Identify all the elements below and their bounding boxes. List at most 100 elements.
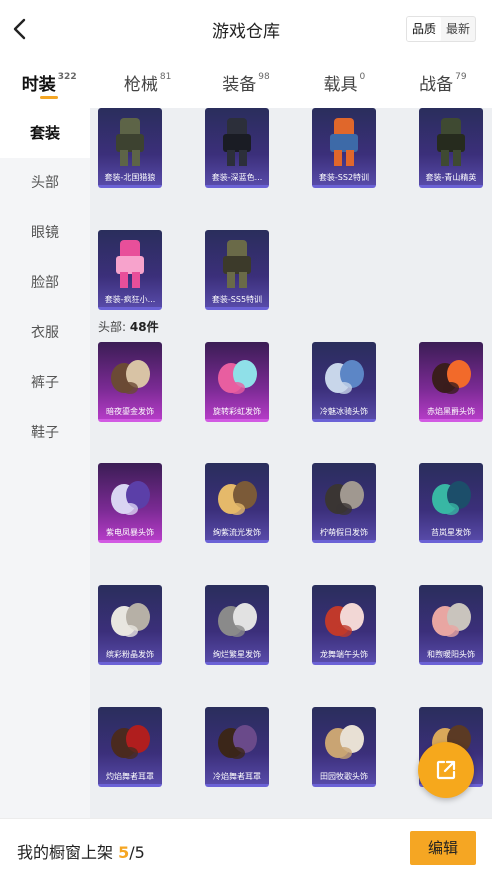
hair-dark-icon	[325, 481, 364, 515]
head-section-count: 48件	[129, 320, 159, 334]
outfit-card[interactable]: 套装-北国猎狼	[98, 108, 162, 188]
hair-blonde-icon	[218, 481, 257, 515]
head-section-label: 头部: 48件	[98, 318, 159, 335]
head-item-name: 冷焰舞者耳罩	[213, 772, 261, 781]
head-item-name: 柠萌假日发饰	[320, 528, 368, 537]
outfit-card[interactable]: 套装-深蓝色...	[205, 108, 269, 188]
figure-orange-icon	[330, 118, 358, 166]
tab-label: 枪械	[123, 75, 158, 95]
category-tabs: 时装 322 枪械 81 装备 98 载具 0 战备 79	[0, 58, 492, 108]
head-item-card[interactable]: 绚紫流光发饰	[205, 463, 269, 543]
head-item-card[interactable]: 龙舞端午头饰	[312, 585, 376, 665]
outfit-name: 套装-北国猎狼	[104, 173, 156, 182]
outfit-card[interactable]: 套装-SS2特训	[312, 108, 376, 188]
sidebar-item-shoes[interactable]: 鞋子	[0, 408, 90, 458]
head-item-name: 灼焰舞者耳罩	[106, 772, 154, 781]
sidebar-item-pants[interactable]: 裤子	[0, 358, 90, 408]
head-item-card[interactable]: 暗夜鎏金发饰	[98, 342, 162, 422]
head-item-name: 田园牧歌头饰	[320, 772, 368, 781]
tab-label: 载具	[323, 75, 358, 95]
sidebar-item-head[interactable]: 头部	[0, 158, 90, 208]
head-item-card[interactable]: 绚烂繁星发饰	[205, 585, 269, 665]
tab-label: 战备	[419, 75, 454, 95]
sidebar-item-glasses[interactable]: 眼镜	[0, 208, 90, 258]
subcategory-sidebar: 套装 头部 眼镜 脸部 衣服 裤子 鞋子	[0, 108, 90, 818]
outfit-name: 套装-疯狂小...	[104, 295, 156, 304]
hair-teal-icon	[432, 481, 471, 515]
head-item-name: 缤彩粉晶发饰	[106, 650, 154, 659]
tab-equipment[interactable]: 装备 98	[197, 58, 295, 108]
head-item-card[interactable]: 田园牧歌头饰	[312, 707, 376, 787]
head-item-name: 紫电凤暴头饰	[106, 528, 154, 537]
head-item-card[interactable]: 缤彩粉晶发饰	[98, 585, 162, 665]
head-item-name: 绚紫流光发饰	[213, 528, 261, 537]
hair-gray-icon	[218, 603, 257, 637]
figure-camo-icon	[223, 240, 251, 288]
outfit-card[interactable]: 套装-SS5特训	[205, 230, 269, 310]
hat-straw-icon	[325, 725, 364, 759]
sort-by-quality[interactable]: 品质	[406, 17, 441, 41]
hair-brown-icon	[111, 360, 150, 394]
showcase-label: 我的橱窗上架	[17, 843, 119, 862]
tab-count: 79	[455, 72, 467, 82]
tab-label: 时装	[21, 75, 56, 95]
tab-count: 322	[57, 72, 77, 82]
jacket-green-icon	[437, 118, 465, 166]
outfit-card[interactable]: 套装-青山精英	[419, 108, 483, 188]
showcase-total: /5	[129, 843, 145, 862]
helm-violet-icon	[111, 481, 150, 515]
head-item-card[interactable]: 冷魅冰骑头饰	[312, 342, 376, 422]
outfit-name: 套装-青山精英	[425, 173, 477, 182]
helm-ice-icon	[325, 360, 364, 394]
head-item-card[interactable]: 和煦暖阳头饰	[419, 585, 483, 665]
hair-braid2-icon	[218, 725, 257, 759]
helm-fire-icon	[432, 360, 471, 394]
head-item-name: 绚烂繁星发饰	[213, 650, 261, 659]
sort-toggle[interactable]: 品质 最新	[405, 16, 476, 42]
tab-weapons[interactable]: 枪械 81	[98, 58, 196, 108]
head-item-card[interactable]: 旋转彩虹发饰	[205, 342, 269, 422]
hair-pink-icon	[432, 603, 471, 637]
showcase-current: 5	[118, 843, 130, 862]
share-button[interactable]	[418, 742, 474, 798]
sidebar-item-face[interactable]: 脸部	[0, 258, 90, 308]
tab-count: 98	[258, 72, 270, 82]
head-section-title: 头部:	[98, 320, 127, 334]
outfit-name: 套装-SS5特训	[211, 295, 263, 304]
item-grid: 套装-北国猎狼 套装-深蓝色... 套装-SS2特训 套装-青山精英套装-疯狂小...…	[90, 108, 492, 818]
head-item-card[interactable]: 赤焰黑爵头饰	[419, 342, 483, 422]
share-external-icon	[436, 760, 456, 780]
tab-fashion[interactable]: 时装 322	[0, 58, 98, 108]
showcase-status: 我的橱窗上架 5/5	[17, 839, 145, 863]
head-item-name: 暗夜鎏金发饰	[106, 407, 154, 416]
sidebar-item-outfits[interactable]: 套装	[0, 108, 90, 158]
tab-count: 81	[159, 72, 172, 82]
head-item-card[interactable]: 苔岚星发饰	[419, 463, 483, 543]
jacket-olive-icon	[116, 118, 144, 166]
tab-count: 0	[359, 72, 366, 82]
figure-pink-icon	[116, 240, 144, 288]
outfit-name: 套装-SS2特训	[318, 173, 370, 182]
sidebar-item-clothes[interactable]: 衣服	[0, 308, 90, 358]
head-item-name: 龙舞端午头饰	[320, 650, 368, 659]
hair-braid-icon	[111, 725, 150, 759]
head-item-card[interactable]: 柠萌假日发饰	[312, 463, 376, 543]
head-item-name: 冷魅冰骑头饰	[320, 407, 368, 416]
tab-supplies[interactable]: 战备 79	[394, 58, 492, 108]
edit-button[interactable]: 编辑	[410, 831, 476, 865]
tab-vehicles[interactable]: 载具 0	[295, 58, 393, 108]
outfit-card[interactable]: 套装-疯狂小...	[98, 230, 162, 310]
head-item-name: 旋转彩虹发饰	[213, 407, 261, 416]
head-item-name: 赤焰黑爵头饰	[427, 407, 475, 416]
outfit-name: 套装-深蓝色...	[211, 173, 263, 182]
cap-red-icon	[325, 603, 364, 637]
suit-dark-icon	[223, 118, 251, 166]
head-item-card[interactable]: 紫电凤暴头饰	[98, 463, 162, 543]
header: 游戏仓库 品质 最新	[0, 0, 492, 58]
head-item-card[interactable]: 灼焰舞者耳罩	[98, 707, 162, 787]
sort-by-newest[interactable]: 最新	[441, 17, 475, 41]
tab-label: 装备	[222, 75, 257, 95]
head-item-card[interactable]: 冷焰舞者耳罩	[205, 707, 269, 787]
showcase-bar: 我的橱窗上架 5/5 编辑	[0, 818, 492, 876]
hair-white-icon	[111, 603, 150, 637]
